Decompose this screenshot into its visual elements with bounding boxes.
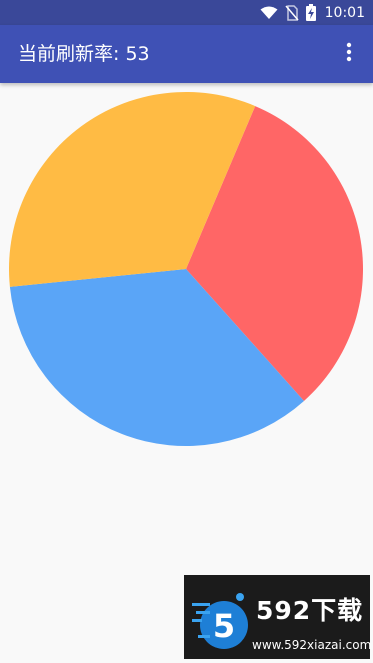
more-vert-icon: [346, 42, 352, 66]
app-bar: 当前刷新率: 53: [0, 25, 373, 83]
pie-chart-svg: [8, 91, 363, 446]
no-sim-icon: [285, 4, 299, 21]
watermark-url: www.592xiazai.com: [252, 638, 372, 652]
battery-charging-icon: [305, 4, 316, 21]
status-time: 10:01: [324, 4, 365, 21]
status-bar: 10:01: [0, 0, 373, 25]
wifi-icon: [260, 6, 278, 20]
status-icons: 10:01: [260, 0, 365, 25]
logo-icon: 5: [192, 583, 252, 657]
more-options-button[interactable]: [333, 38, 365, 70]
logo-digit: 5: [213, 607, 235, 645]
watermark-brand: 592下载: [256, 596, 364, 625]
watermark: 5 592下载 www.592xiazai.com: [184, 575, 372, 659]
pie-chart: [0, 83, 373, 463]
page-title: 当前刷新率: 53: [18, 43, 150, 65]
